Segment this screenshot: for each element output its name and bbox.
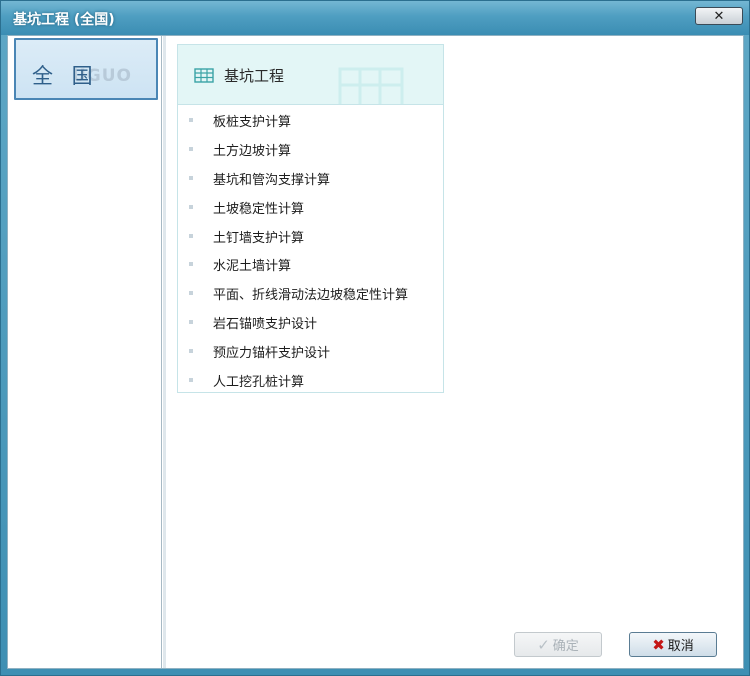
cancel-button-label: 取消	[667, 639, 694, 654]
list-item-label: 人工挖孔桩计算	[213, 375, 305, 391]
list-item-label: 平面、折线滑动法边坡稳定性计算	[213, 288, 409, 304]
region-sidebar: UGUO 全 国	[8, 36, 162, 668]
list-item[interactable]: 土方边坡计算	[178, 134, 443, 163]
list-item-label: 预应力锚杆支护设计	[213, 346, 331, 362]
title-bar[interactable]: 基坑工程 (全国) ✕	[1, 1, 749, 35]
bullet-icon	[189, 378, 193, 383]
list-item-label: 土钉墙支护计算	[213, 230, 305, 246]
list-item-label: 土坡稳定性计算	[213, 201, 305, 217]
list-item-label: 水泥土墙计算	[213, 259, 292, 275]
list-item[interactable]: 水泥土墙计算	[178, 249, 443, 278]
list-item[interactable]: 岩石锚喷支护设计	[178, 307, 443, 336]
close-button[interactable]: ✕	[695, 7, 743, 25]
sidebar-item-nationwide[interactable]: UGUO 全 国	[14, 38, 158, 100]
list-item[interactable]: 土坡稳定性计算	[178, 192, 443, 221]
list-item-label: 土方边坡计算	[213, 143, 292, 159]
bullet-icon	[189, 320, 193, 325]
bullet-icon	[189, 349, 193, 354]
check-icon: ✓	[537, 635, 550, 654]
bullet-icon	[189, 146, 193, 151]
bullet-icon	[189, 118, 193, 122]
card-header: 基坑工程	[178, 45, 443, 105]
list-item[interactable]: 预应力锚杆支护设计	[178, 336, 443, 365]
list-item-label: 岩石锚喷支护设计	[213, 317, 318, 333]
card-title: 基坑工程	[224, 67, 285, 85]
category-card: 基坑工程 板桩支护计算 土方边坡计算 基坑和管沟支撑计算 土坡稳定性计算 土钉墙…	[177, 44, 444, 393]
list-item[interactable]: 土钉墙支护计算	[178, 221, 443, 250]
list-item-label: 基坑和管沟支撑计算	[213, 172, 331, 188]
calculation-list: 板桩支护计算 土方边坡计算 基坑和管沟支撑计算 土坡稳定性计算 土钉墙支护计算 …	[178, 105, 443, 394]
ok-button-label: 确定	[552, 639, 579, 654]
dialog-window: 基坑工程 (全国) ✕ UGUO 全 国 基坑工程 板桩支护计算 土方边坡计算 …	[0, 0, 750, 676]
bullet-icon	[189, 204, 193, 209]
ok-button[interactable]: ✓ 确定	[514, 632, 602, 657]
dialog-body: UGUO 全 国 基坑工程 板桩支护计算 土方边坡计算 基坑和管沟支撑计算 土坡…	[7, 35, 744, 669]
bullet-icon	[189, 262, 193, 267]
list-item[interactable]: 人工挖孔桩计算	[178, 365, 443, 394]
list-item[interactable]: 平面、折线滑动法边坡稳定性计算	[178, 278, 443, 307]
list-item-label: 板桩支护计算	[213, 115, 292, 130]
list-item[interactable]: 基坑和管沟支撑计算	[178, 163, 443, 192]
grid-table-icon	[194, 68, 214, 83]
list-item[interactable]: 板桩支护计算	[178, 105, 443, 134]
bullet-icon	[189, 233, 193, 238]
sidebar-item-label: 全 国	[32, 64, 99, 88]
bullet-icon	[189, 175, 193, 180]
close-icon: ✕	[713, 8, 725, 24]
x-mark-icon: ✖	[652, 635, 665, 654]
sidebar-divider	[163, 36, 166, 668]
cancel-button[interactable]: ✖ 取消	[629, 632, 717, 657]
grid-watermark-icon	[338, 67, 404, 104]
bullet-icon	[189, 291, 193, 296]
window-title: 基坑工程 (全国)	[13, 12, 115, 28]
